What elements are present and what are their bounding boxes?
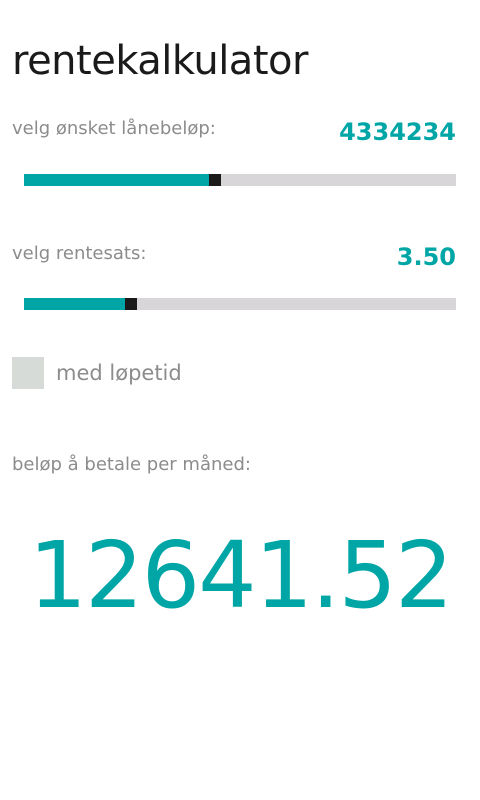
interest-rate-slider-fill (24, 298, 125, 310)
monthly-payment-value: 12641.52 (28, 522, 454, 629)
interest-rate-row: velg rentesats: 3.50 (12, 243, 456, 283)
loan-amount-slider[interactable] (24, 174, 456, 186)
monthly-payment-label: beløp å betale per måned: (12, 454, 251, 475)
interest-rate-label: velg rentesats: (12, 243, 147, 264)
app-root: rentekalkulator velg ønsket lånebeløp: 4… (0, 0, 480, 800)
loan-amount-value: 4334234 (339, 118, 456, 146)
interest-rate-slider-thumb[interactable] (125, 298, 137, 310)
loan-amount-row: velg ønsket lånebeløp: 4334234 (12, 118, 456, 158)
interest-rate-slider[interactable] (24, 298, 456, 310)
loan-amount-label: velg ønsket lånebeløp: (12, 118, 216, 139)
loan-amount-slider-thumb[interactable] (209, 174, 221, 186)
term-checkbox-label: med løpetid (56, 361, 182, 385)
page-title: rentekalkulator (12, 38, 308, 84)
term-checkbox[interactable] (12, 357, 44, 389)
loan-amount-slider-fill (24, 174, 209, 186)
interest-rate-value: 3.50 (396, 243, 456, 271)
term-checkbox-row[interactable]: med løpetid (12, 357, 182, 389)
